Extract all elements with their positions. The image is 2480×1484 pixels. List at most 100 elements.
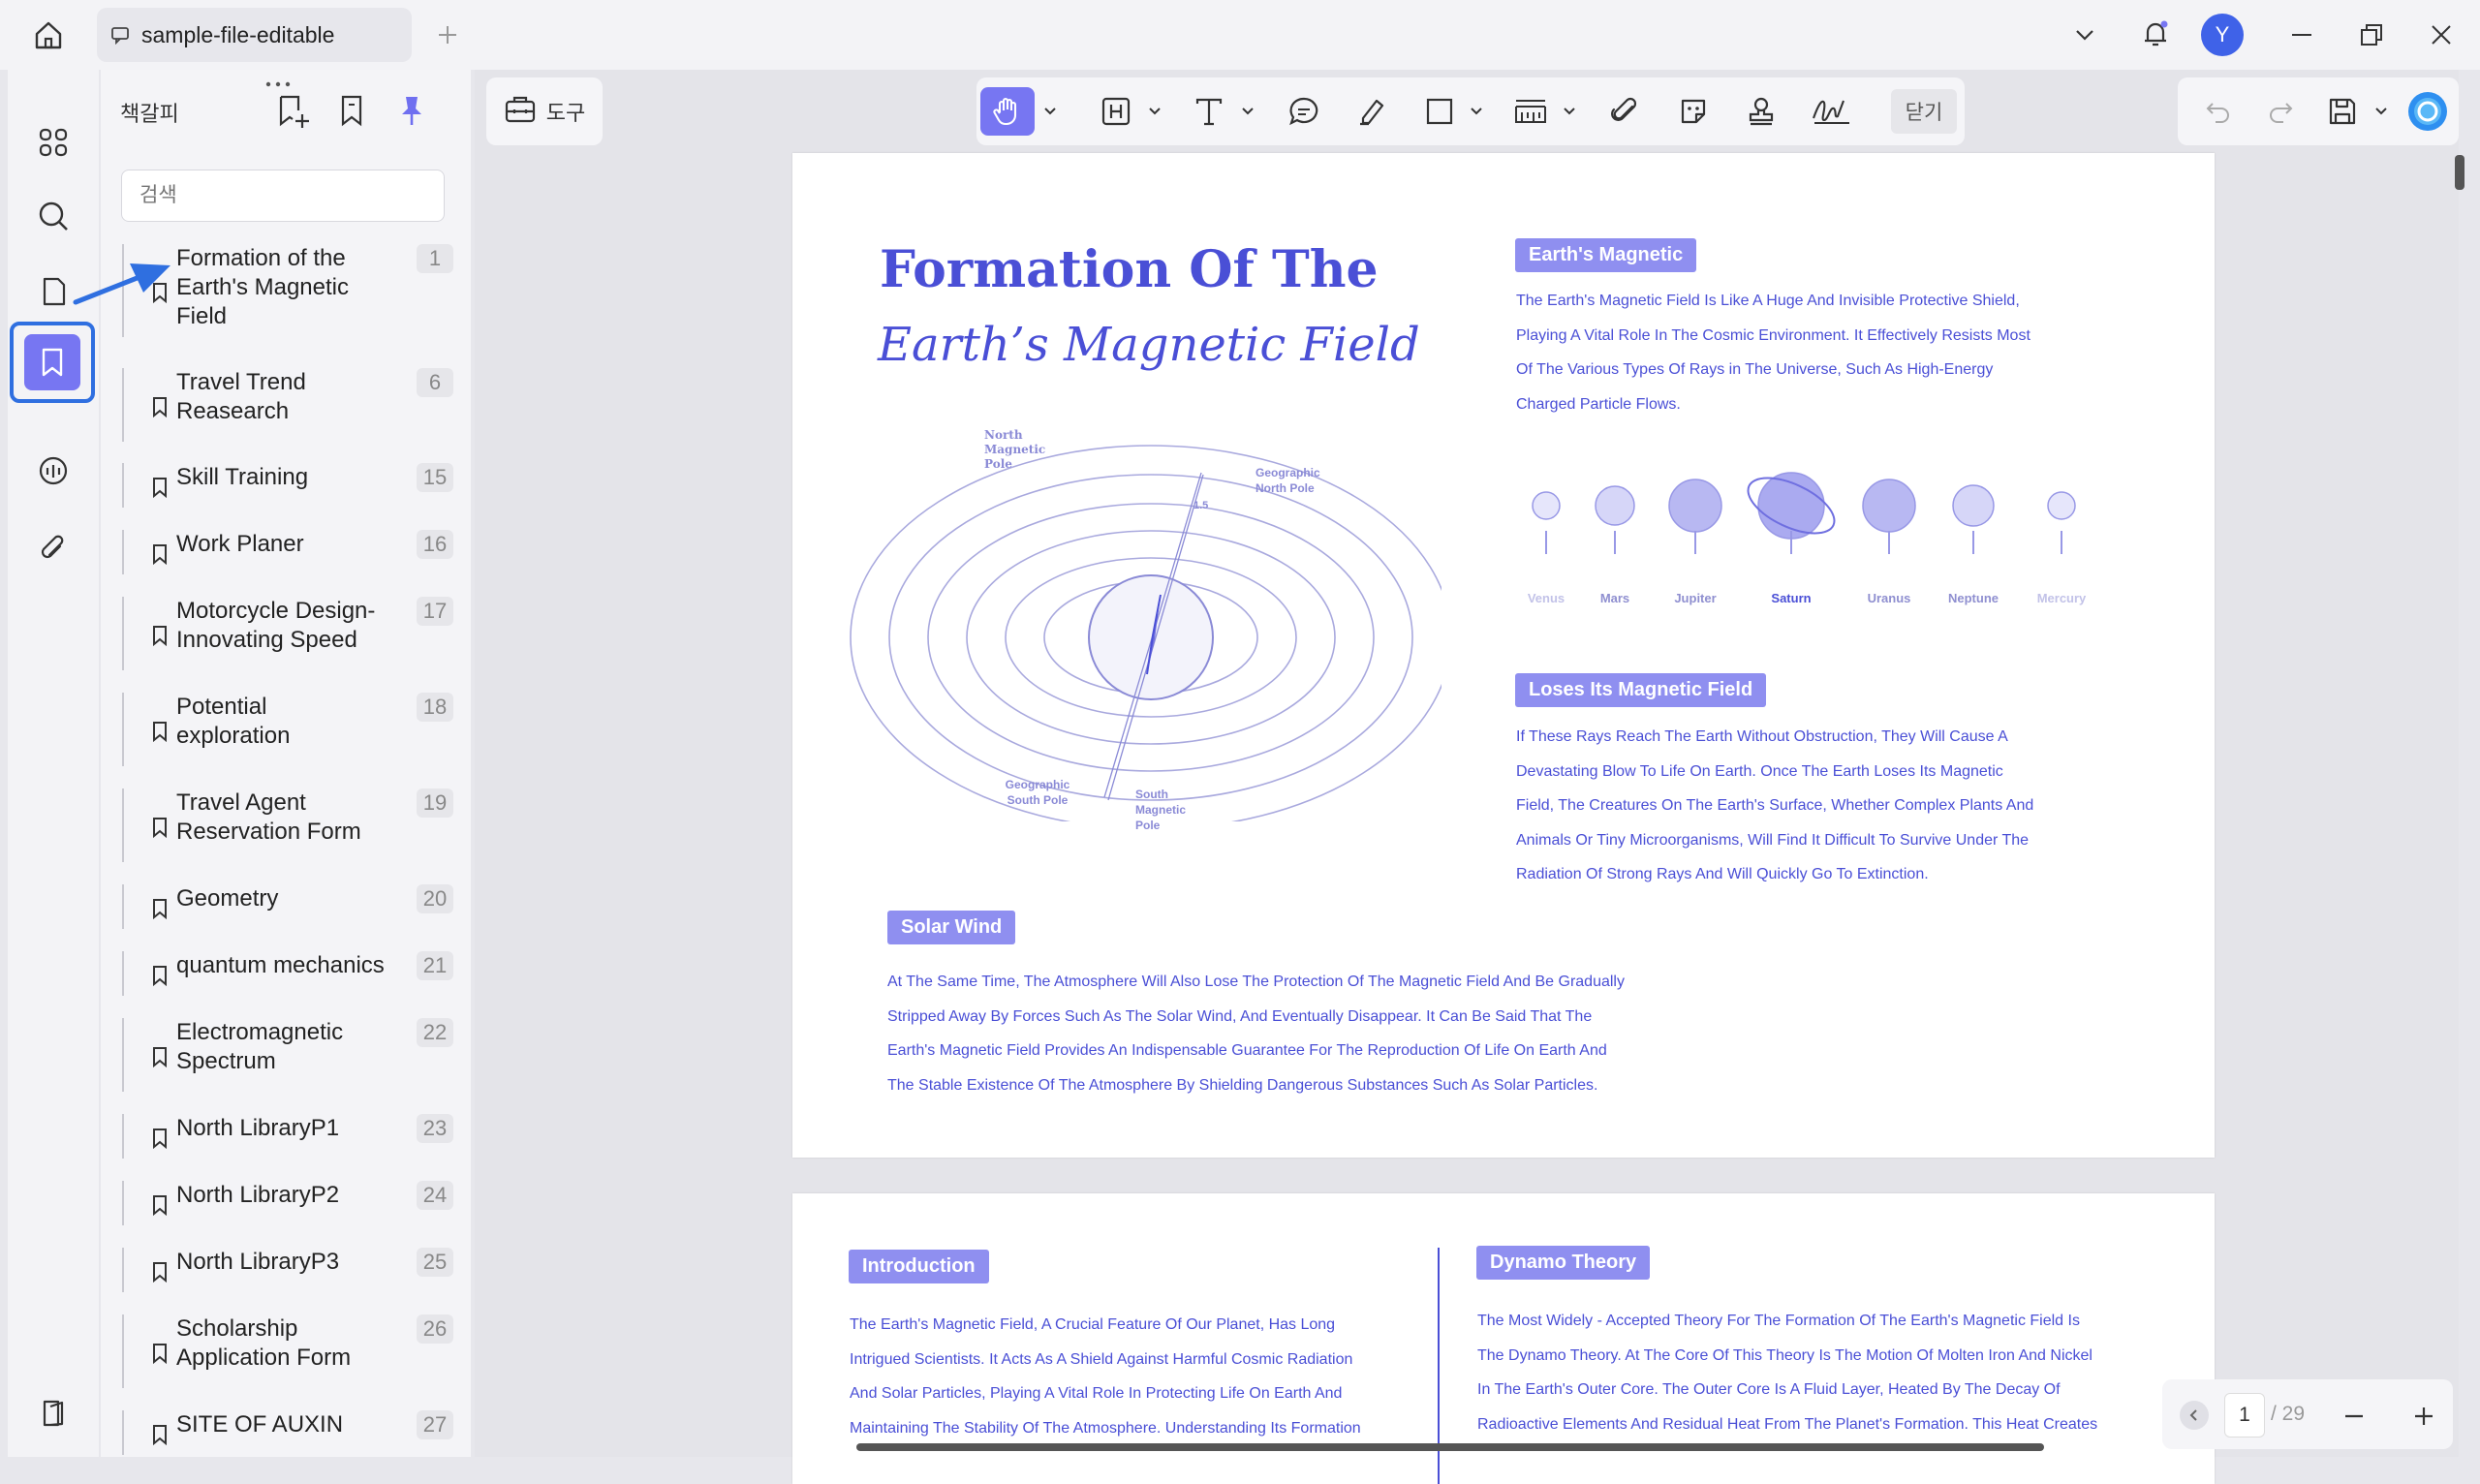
- text-line: Radioactive Elements And Residual Heat F…: [1477, 1415, 2098, 1433]
- redo-icon[interactable]: [2259, 87, 2302, 136]
- comments-icon[interactable]: [16, 434, 91, 510]
- zoom-in-icon[interactable]: [2406, 1399, 2441, 1434]
- notification-bell-icon[interactable]: [2135, 14, 2176, 54]
- tools-button[interactable]: 도구: [486, 77, 603, 145]
- text-line: Maintaining The Stability Of The Atmosph…: [850, 1419, 1361, 1437]
- close-toolbar-button[interactable]: 닫기: [1891, 89, 1957, 134]
- bookmark-page-number: 19: [417, 788, 453, 818]
- signature-tool-icon[interactable]: [1808, 87, 1856, 136]
- main-toolbar: 닫기: [976, 77, 1965, 145]
- text-line: Playing A Vital Role In The Cosmic Envir…: [1516, 326, 2030, 344]
- stamp-tool-icon[interactable]: [1740, 87, 1782, 136]
- toolbox-icon: [504, 93, 537, 130]
- close-window-icon[interactable]: [2424, 17, 2459, 52]
- tag-solar-wind: Solar Wind: [887, 911, 1016, 944]
- heading-tool-icon[interactable]: [1095, 87, 1137, 136]
- chevron-down-icon[interactable]: [1238, 87, 1257, 136]
- bookmark-page-number: 6: [417, 368, 453, 397]
- bookmark-icon: [151, 1424, 169, 1450]
- chevron-down-icon[interactable]: [1145, 87, 1164, 136]
- bookmark-item[interactable]: Travel Trend Reasearch 6: [122, 368, 453, 442]
- bookmark-item[interactable]: North LibraryP2 24: [122, 1181, 453, 1225]
- bookmark-page-number: 16: [417, 530, 453, 559]
- measure-tool-icon[interactable]: [1509, 87, 1552, 136]
- text-line: The Stable Existence Of The Atmosphere B…: [887, 1076, 1598, 1094]
- shape-tool-icon[interactable]: [1418, 87, 1461, 136]
- home-icon[interactable]: [29, 15, 68, 54]
- pin-icon[interactable]: [395, 93, 434, 132]
- bookmark-label: Travel Agent Reservation Form: [176, 789, 361, 845]
- hand-tool-icon[interactable]: [980, 87, 1035, 136]
- text-tool-icon[interactable]: [1188, 87, 1230, 136]
- ai-assistant-icon[interactable]: [2406, 87, 2449, 136]
- bookmark-item[interactable]: North LibraryP3 25: [122, 1248, 453, 1292]
- bookmark-label: Scholarship Application Form: [176, 1315, 352, 1371]
- bookmark-icon: [151, 721, 169, 747]
- attachment-icon[interactable]: [16, 511, 91, 587]
- text-line: At The Same Time, The Atmosphere Will Al…: [887, 974, 1625, 990]
- bookmark-item[interactable]: quantum mechanics 21: [122, 951, 453, 996]
- bookmark-label: SITE OF AUXIN: [176, 1411, 344, 1438]
- minimize-icon[interactable]: [2284, 17, 2319, 52]
- bookmark-item[interactable]: Geometry 20: [122, 884, 453, 929]
- bookmark-item[interactable]: Skill Training 15: [122, 463, 453, 508]
- bookmark-item[interactable]: Travel Agent Reservation Form 19: [122, 788, 453, 862]
- bookmark-outline-icon[interactable]: [335, 93, 374, 132]
- layers-icon[interactable]: [16, 1376, 91, 1451]
- chevron-down-icon[interactable]: [2372, 87, 2391, 136]
- para-introduction: The Earth's Magnetic Field, A Crucial Fe…: [850, 1308, 1431, 1445]
- chevron-down-icon[interactable]: [1467, 87, 1486, 136]
- grid-apps-icon[interactable]: [16, 105, 91, 180]
- drag-handle-icon[interactable]: [264, 76, 293, 87]
- bookmark-item[interactable]: Electromagnetic Spectrum 22: [122, 1018, 453, 1092]
- search-icon[interactable]: [16, 178, 91, 254]
- bookmark-icon: [151, 1128, 169, 1154]
- chevron-down-icon[interactable]: [1040, 87, 1060, 136]
- undo-icon[interactable]: [2197, 87, 2240, 136]
- comment-tool-icon[interactable]: [1283, 87, 1325, 136]
- bookmark-item[interactable]: North LibraryP1 23: [122, 1114, 453, 1159]
- planet-label: Jupiter: [1674, 591, 1717, 605]
- new-tab-icon[interactable]: [430, 17, 465, 52]
- text-line: Animals Or Tiny Microorganisms, Will Fin…: [1516, 831, 2030, 849]
- bookmark-icon: [24, 334, 80, 390]
- bookmark-search-input[interactable]: [121, 170, 445, 222]
- vertical-scrollbar[interactable]: [2455, 155, 2464, 190]
- previous-page-icon[interactable]: [2180, 1401, 2209, 1430]
- bookmark-item[interactable]: Motorcycle Design-Innovating Speed 17: [122, 597, 453, 670]
- document-tab[interactable]: sample-file-editable: [97, 8, 412, 62]
- sticker-tool-icon[interactable]: [1672, 87, 1715, 136]
- restore-icon[interactable]: [2354, 17, 2389, 52]
- chevron-down-icon[interactable]: [1560, 87, 1579, 136]
- bookmark-page-number: 22: [417, 1018, 453, 1047]
- highlighter-tool-icon[interactable]: [1350, 87, 1393, 136]
- tag-earths-magnetic: Earth's Magnetic: [1515, 238, 1697, 272]
- bookmark-label: Potential exploration: [176, 694, 291, 749]
- bookmark-icon: [151, 543, 169, 570]
- bookmark-panel-button[interactable]: [10, 322, 95, 403]
- current-page-input[interactable]: 1: [2224, 1393, 2265, 1438]
- bookmark-item[interactable]: Scholarship Application Form 26: [122, 1314, 453, 1388]
- text-line: Stripped Away By Forces Such As The Sola…: [887, 1007, 1593, 1025]
- bookmark-item[interactable]: SITE OF AUXIN 27: [122, 1410, 453, 1455]
- magnetic-field-diagram: [850, 445, 1442, 821]
- text-line: And Solar Particles, Playing A Vital Rol…: [850, 1385, 1343, 1402]
- bookmark-item[interactable]: Potential exploration 18: [122, 693, 453, 766]
- tools-label: 도구: [545, 101, 586, 125]
- bookmark-label: North LibraryP3: [176, 1249, 340, 1275]
- chevron-down-icon[interactable]: [2067, 17, 2102, 52]
- attachment-tool-icon[interactable]: [1604, 87, 1647, 136]
- planet-label: Saturn: [1771, 591, 1812, 605]
- save-icon[interactable]: [2321, 87, 2364, 136]
- page-navigation: 1 / 29: [2162, 1379, 2453, 1449]
- bookmark-label: North LibraryP2: [176, 1182, 340, 1208]
- para-dynamo-theory: The Most Widely - Accepted Theory For Th…: [1477, 1304, 2155, 1441]
- text-line: The Dynamo Theory. At The Core Of This T…: [1477, 1346, 2092, 1364]
- bookmark-item[interactable]: Work Planer 16: [122, 530, 453, 574]
- user-avatar[interactable]: Y: [2201, 14, 2244, 56]
- bookmark-icon: [151, 1343, 169, 1369]
- bookmark-icon: [151, 477, 169, 503]
- add-bookmark-icon[interactable]: [275, 93, 314, 132]
- zoom-out-icon[interactable]: [2337, 1399, 2372, 1434]
- horizontal-scrollbar[interactable]: [856, 1443, 2044, 1451]
